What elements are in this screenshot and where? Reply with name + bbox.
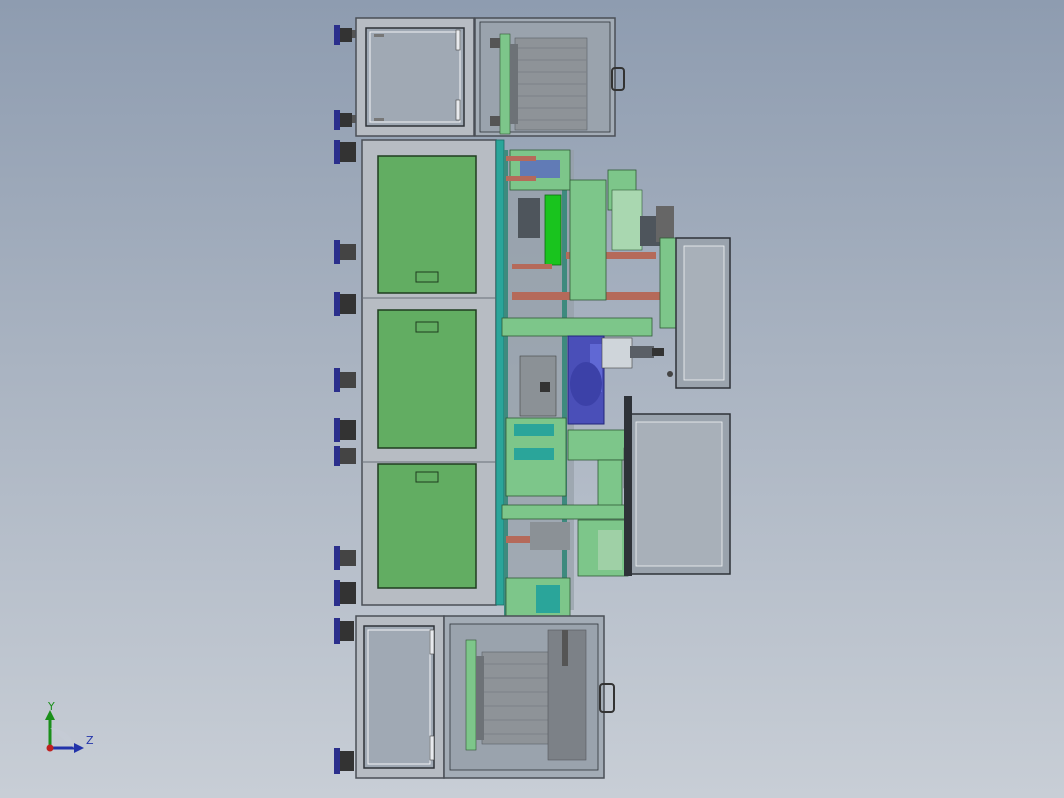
triad-labels: Y Z bbox=[36, 700, 106, 760]
green-panel-2 bbox=[377, 309, 477, 449]
main-cabinet bbox=[334, 139, 505, 606]
z-axis-label: Z bbox=[86, 734, 94, 747]
green-panel-1 bbox=[377, 155, 477, 294]
model-viewport[interactable] bbox=[0, 0, 1064, 798]
leveling-feet-main bbox=[334, 140, 356, 606]
bottom-reel-cabinet bbox=[334, 615, 615, 779]
green-panel-3 bbox=[377, 463, 477, 589]
motor-assembly bbox=[567, 335, 605, 425]
top-reel-coil bbox=[499, 33, 588, 135]
y-axis-label: Y bbox=[48, 700, 55, 713]
leveling-feet-top bbox=[334, 25, 356, 130]
leveling-feet-bottom bbox=[334, 618, 354, 774]
top-reel-cabinet bbox=[334, 17, 625, 137]
right-enclosures bbox=[624, 237, 731, 576]
